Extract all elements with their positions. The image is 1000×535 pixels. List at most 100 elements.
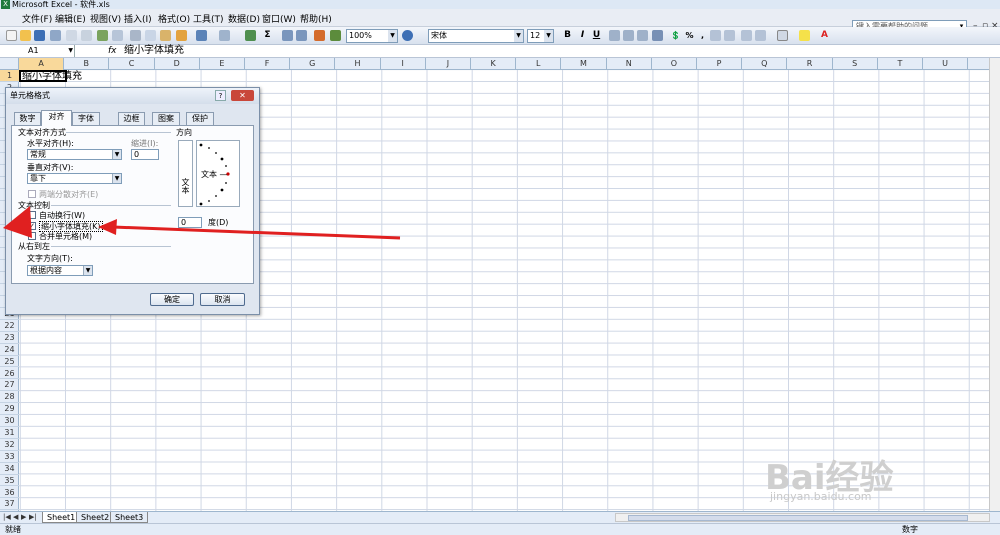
- paste-icon[interactable]: [160, 30, 171, 41]
- print-preview-icon[interactable]: [81, 30, 92, 41]
- row-header-22[interactable]: 22: [0, 320, 19, 332]
- zoom-select[interactable]: 100% ▼: [346, 29, 398, 43]
- shrink-to-fit-checkbox[interactable]: ✓: [28, 222, 36, 230]
- tab-number[interactable]: 数字: [14, 112, 41, 125]
- hyperlink-icon[interactable]: [245, 30, 256, 41]
- row-header-23[interactable]: 23: [0, 332, 19, 344]
- column-header-f[interactable]: F: [245, 58, 291, 70]
- dialog-close-button[interactable]: ✕: [231, 90, 254, 101]
- column-header-n[interactable]: N: [607, 58, 652, 70]
- column-header-t[interactable]: T: [878, 58, 923, 70]
- column-header-b[interactable]: B: [64, 58, 110, 70]
- permission-icon[interactable]: [50, 30, 61, 41]
- increase-indent-icon[interactable]: [755, 30, 766, 41]
- sort-descending-icon[interactable]: [296, 30, 307, 41]
- insert-function-icon[interactable]: fx: [108, 45, 117, 57]
- align-right-icon[interactable]: [637, 30, 648, 41]
- increase-decimal-icon[interactable]: [710, 30, 721, 41]
- menu-data[interactable]: 数据(D): [228, 12, 260, 25]
- formula-input[interactable]: 缩小字体填充: [124, 45, 184, 57]
- menu-format[interactable]: 格式(O): [158, 12, 190, 25]
- dialog-help-button[interactable]: ?: [215, 90, 226, 101]
- drawing-icon[interactable]: [330, 30, 341, 41]
- menu-insert[interactable]: 插入(I): [124, 12, 152, 25]
- row-header-25[interactable]: 25: [0, 356, 19, 368]
- row-header-24[interactable]: 24: [0, 344, 19, 356]
- sheet-tab-sheet3[interactable]: Sheet3: [110, 512, 149, 523]
- ok-button[interactable]: 确定: [150, 293, 194, 306]
- column-header-i[interactable]: I: [381, 58, 426, 70]
- cut-icon[interactable]: [130, 30, 141, 41]
- last-sheet-icon[interactable]: ▶|: [29, 513, 37, 521]
- tab-font[interactable]: 字体: [72, 112, 100, 125]
- tab-protection[interactable]: 保护: [186, 112, 214, 125]
- row-header-32[interactable]: 32: [0, 439, 19, 451]
- chart-wizard-icon[interactable]: [314, 30, 325, 41]
- menu-help[interactable]: 帮助(H): [300, 12, 332, 25]
- row-header-1[interactable]: 1: [0, 70, 19, 82]
- font-name-select[interactable]: 宋体 ▼: [428, 29, 524, 43]
- column-header-l[interactable]: L: [516, 58, 562, 70]
- undo-icon[interactable]: [196, 30, 207, 41]
- column-header-u[interactable]: U: [923, 58, 969, 70]
- align-left-icon[interactable]: [609, 30, 620, 41]
- decrease-indent-icon[interactable]: [741, 30, 752, 41]
- row-header-28[interactable]: 28: [0, 391, 19, 404]
- row-header-27[interactable]: 27: [0, 379, 19, 392]
- percent-icon[interactable]: %: [684, 30, 695, 41]
- degrees-stepper[interactable]: 0: [178, 217, 202, 228]
- column-header-j[interactable]: J: [426, 58, 471, 70]
- vertical-scrollbar[interactable]: [989, 58, 1000, 511]
- row-header-37[interactable]: 37: [0, 498, 19, 511]
- comma-icon[interactable]: ,: [697, 30, 708, 41]
- prev-sheet-icon[interactable]: ◀: [13, 513, 18, 521]
- row-header-36[interactable]: 36: [0, 487, 19, 499]
- copy-icon[interactable]: [145, 30, 156, 41]
- borders-icon[interactable]: [777, 30, 788, 41]
- row-header-29[interactable]: 29: [0, 403, 19, 416]
- sheet-tab-sheet1[interactable]: Sheet1: [42, 512, 81, 523]
- align-center-icon[interactable]: [623, 30, 634, 41]
- column-header-h[interactable]: H: [335, 58, 381, 70]
- indent-stepper[interactable]: 0: [131, 149, 159, 160]
- currency-icon[interactable]: 💲: [670, 30, 681, 41]
- fill-color-icon[interactable]: [799, 30, 810, 41]
- column-header-k[interactable]: K: [471, 58, 517, 70]
- underline-button[interactable]: U: [591, 30, 602, 41]
- menu-view[interactable]: 视图(V): [90, 12, 121, 25]
- font-size-select[interactable]: 12 ▼: [527, 29, 554, 43]
- sheet-tab-sheet2[interactable]: Sheet2: [76, 512, 115, 523]
- merge-cells-checkbox[interactable]: [28, 232, 36, 240]
- column-header-c[interactable]: C: [109, 58, 155, 70]
- row-header-30[interactable]: 30: [0, 415, 19, 427]
- redo-icon[interactable]: [219, 30, 230, 41]
- menu-file[interactable]: 文件(F): [22, 12, 52, 25]
- vertical-text-button[interactable]: 文本: [178, 140, 193, 207]
- row-header-33[interactable]: 33: [0, 451, 19, 463]
- column-header-s[interactable]: S: [833, 58, 878, 70]
- name-box[interactable]: A1 ▼: [0, 45, 75, 57]
- row-header-31[interactable]: 31: [0, 427, 19, 439]
- tab-patterns[interactable]: 图案: [152, 112, 180, 125]
- sort-ascending-icon[interactable]: [282, 30, 293, 41]
- column-header-r[interactable]: R: [787, 58, 833, 70]
- print-icon[interactable]: [66, 30, 77, 41]
- format-painter-icon[interactable]: [176, 30, 187, 41]
- horizontal-scrollbar[interactable]: [615, 513, 990, 522]
- column-header-o[interactable]: O: [652, 58, 697, 70]
- cell-a1[interactable]: 缩小字体填充: [19, 70, 82, 82]
- column-header-m[interactable]: M: [561, 58, 607, 70]
- column-header-d[interactable]: D: [155, 58, 200, 70]
- row-header-35[interactable]: 35: [0, 475, 19, 487]
- menu-edit[interactable]: 编辑(E): [55, 12, 86, 25]
- open-icon[interactable]: [20, 30, 31, 41]
- wrap-text-checkbox[interactable]: [28, 211, 36, 219]
- help-icon[interactable]: [402, 30, 413, 41]
- merge-center-icon[interactable]: [652, 30, 663, 41]
- spelling-icon[interactable]: [97, 30, 108, 41]
- row-header-34[interactable]: 34: [0, 463, 19, 475]
- orientation-dial[interactable]: 文本 —: [196, 140, 240, 207]
- autosum-icon[interactable]: Σ: [262, 30, 273, 41]
- save-icon[interactable]: [34, 30, 45, 41]
- font-color-icon[interactable]: A: [819, 30, 830, 41]
